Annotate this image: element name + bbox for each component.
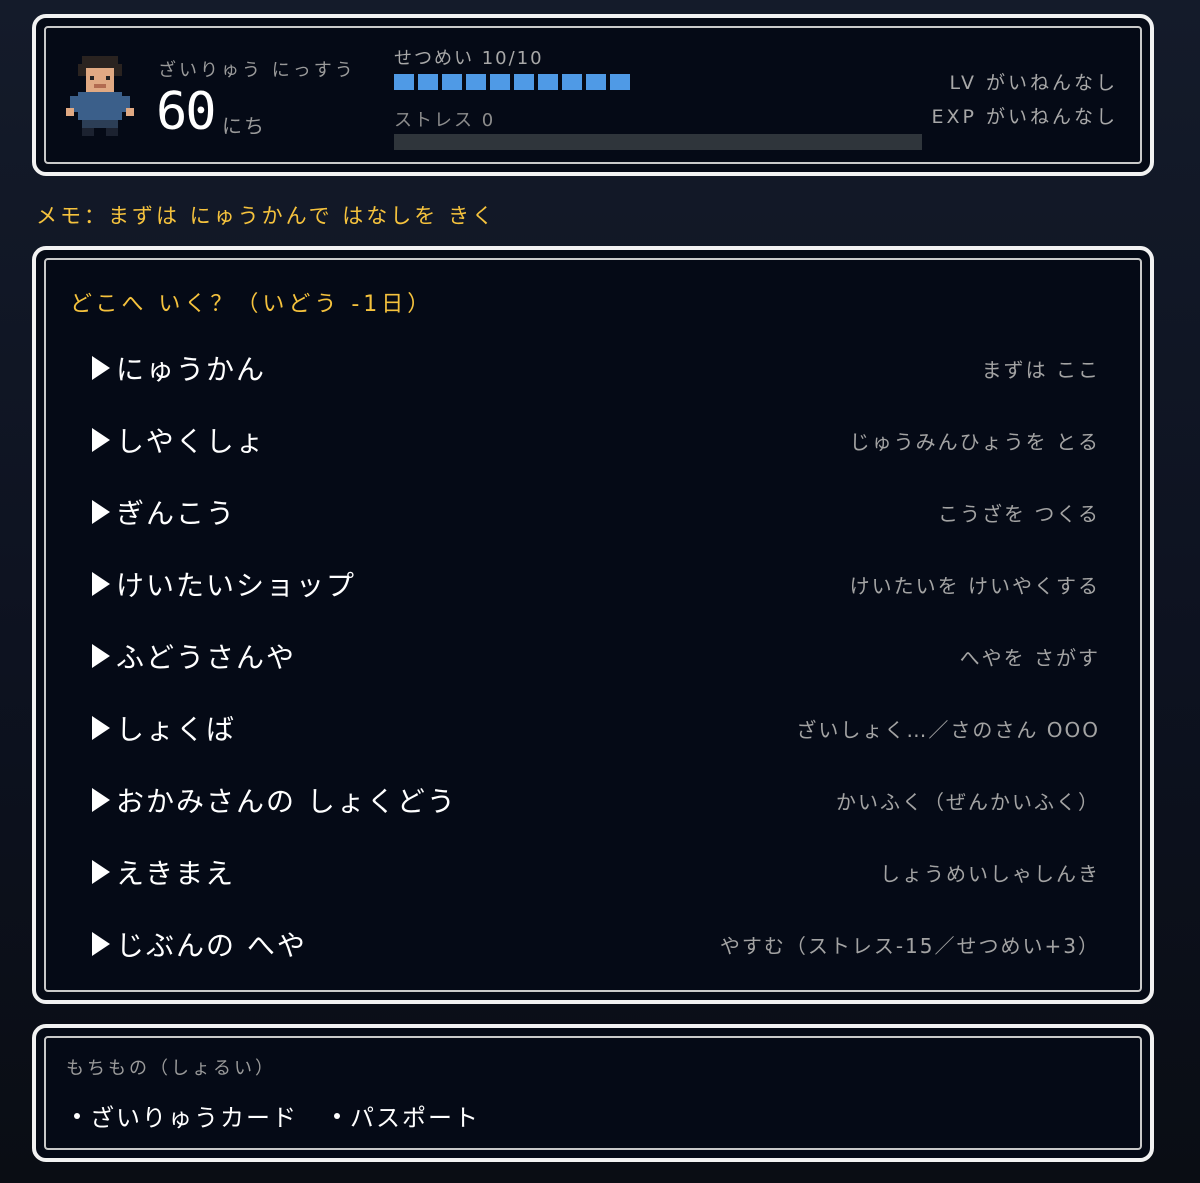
cursor-triangle-icon	[92, 572, 110, 596]
menu-item-label: えきまえ	[116, 857, 236, 890]
menu-item-desc: やすむ（ストレス-15／せつめい+3）	[719, 933, 1100, 958]
destination-menu-window: どこへ いく？（いどう -1日） にゅうかん まずは ここ しやくしょ じゅうみ…	[32, 246, 1154, 1004]
menu-item-label: ぎんこう	[116, 497, 237, 530]
menu-item-desc: こうざを つくる	[938, 501, 1100, 526]
cursor-triangle-icon	[92, 500, 110, 524]
inventory-list: ざいりゅうカード パスポート	[74, 1098, 480, 1133]
energy-segment	[418, 74, 438, 90]
inventory-window: もちもの（しょるい） ざいりゅうカード パスポート	[32, 1024, 1154, 1162]
menu-item-label: しょくば	[116, 713, 237, 746]
menu-item-desc: ざいしょく…／さのさん OOO	[796, 717, 1100, 742]
menu-item-station[interactable]: えきまえ しょうめいしゃしんき	[92, 836, 1100, 908]
energy-segment	[538, 74, 558, 90]
bullet-icon	[74, 1112, 80, 1119]
menu-item-desc: じゅうみんひょうを とる	[849, 429, 1100, 454]
menu-item-label: けいたいショップ	[116, 569, 357, 602]
bullet-icon	[334, 1112, 340, 1119]
inventory-item-label: パスポート	[350, 1104, 480, 1132]
menu-item-immigration[interactable]: にゅうかん まずは ここ	[92, 332, 1100, 404]
inventory-item-residence-card[interactable]: ざいりゅうカード	[74, 1098, 298, 1133]
level-text: LV がいねんなし	[949, 72, 1118, 94]
inventory-item-passport[interactable]: パスポート	[334, 1098, 480, 1133]
stay-days-unit: にち	[222, 114, 266, 138]
cursor-triangle-icon	[92, 356, 110, 380]
menu-item-desc: まずは ここ	[981, 357, 1100, 382]
energy-segment	[394, 74, 414, 90]
menu-item-my-room[interactable]: じぶんの へや やすむ（ストレス-15／せつめい+3）	[92, 908, 1100, 980]
stay-days-label: ざいりゅう にっすう	[158, 60, 356, 81]
menu-item-bank[interactable]: ぎんこう こうざを つくる	[92, 476, 1100, 548]
cursor-triangle-icon	[92, 428, 110, 452]
inventory-item-label: ざいりゅうカード	[90, 1104, 298, 1132]
menu-item-desc: へやを さがす	[959, 645, 1100, 670]
menu-item-label: しやくしょ	[116, 425, 266, 458]
menu-item-label: おかみさんの しょくどう	[116, 785, 457, 818]
energy-label: せつめい 10/10	[394, 48, 544, 69]
energy-segment	[490, 74, 510, 90]
menu-item-desc: かいふく（ぜんかいふく）	[836, 789, 1100, 814]
menu-item-label: じぶんの へや	[116, 929, 307, 962]
energy-bar	[394, 74, 630, 90]
status-window: ざいりゅう にっすう 60 にち せつめい 10/10 ストレス 0 LV がい…	[32, 14, 1154, 176]
energy-segment	[610, 74, 630, 90]
destination-list: にゅうかん まずは ここ しやくしょ じゅうみんひょうを とる ぎんこう こうざ…	[92, 332, 1100, 980]
player-avatar-icon	[66, 56, 134, 136]
menu-item-phone-shop[interactable]: けいたいショップ けいたいを けいやくする	[92, 548, 1100, 620]
energy-segment	[442, 74, 462, 90]
cursor-triangle-icon	[92, 644, 110, 668]
energy-segment	[586, 74, 606, 90]
menu-title: どこへ いく？（いどう -1日）	[70, 292, 434, 317]
cursor-triangle-icon	[92, 932, 110, 956]
stress-label: ストレス 0	[394, 110, 496, 131]
energy-segment	[562, 74, 582, 90]
memo-text: メモ：まずは にゅうかんで はなしを きく	[36, 204, 496, 228]
cursor-triangle-icon	[92, 716, 110, 740]
energy-segment	[466, 74, 486, 90]
menu-item-label: ふどうさんや	[116, 641, 297, 674]
stress-bar	[394, 134, 922, 150]
menu-item-city-hall[interactable]: しやくしょ じゅうみんひょうを とる	[92, 404, 1100, 476]
cursor-triangle-icon	[92, 860, 110, 884]
energy-segment	[514, 74, 534, 90]
inventory-title: もちもの（しょるい）	[66, 1058, 276, 1079]
stay-days-value: 60	[156, 82, 217, 142]
menu-item-real-estate[interactable]: ふどうさんや へやを さがす	[92, 620, 1100, 692]
exp-text: EXP がいねんなし	[931, 106, 1118, 128]
cursor-triangle-icon	[92, 788, 110, 812]
menu-item-diner[interactable]: おかみさんの しょくどう かいふく（ぜんかいふく）	[92, 764, 1100, 836]
menu-item-desc: けいたいを けいやくする	[849, 573, 1100, 598]
menu-item-label: にゅうかん	[116, 353, 267, 386]
menu-item-workplace[interactable]: しょくば ざいしょく…／さのさん OOO	[92, 692, 1100, 764]
menu-item-desc: しょうめいしゃしんき	[880, 861, 1100, 886]
